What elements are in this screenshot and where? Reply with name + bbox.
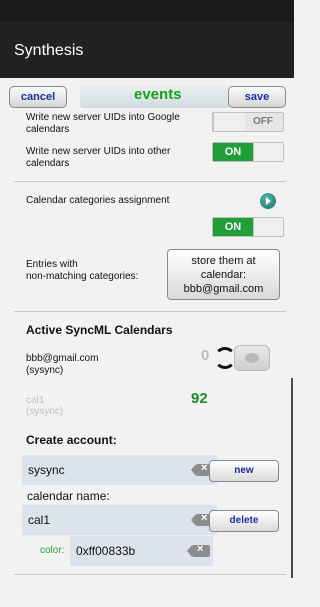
calendar-name-value: cal1	[28, 513, 51, 527]
eye-icon[interactable]	[234, 345, 270, 371]
toggle-on-label: ON	[213, 143, 253, 161]
create-account-title: Create account:	[26, 433, 117, 447]
store-calendar-button[interactable]: store them at calendar: bbb@gmail.com	[167, 249, 280, 300]
color-value: 0xff00833b	[76, 544, 136, 558]
entries-label-line1: Entries with	[26, 259, 78, 270]
calendar-account: (sysync)	[26, 365, 64, 376]
calendar-name-field[interactable]: cal1	[22, 505, 217, 535]
new-button[interactable]: new	[209, 460, 279, 482]
other-uids-toggle[interactable]: ON	[212, 142, 284, 162]
sync-icon[interactable]	[214, 347, 236, 369]
google-uids-toggle[interactable]: OFF	[212, 112, 284, 132]
save-button[interactable]: save	[228, 86, 286, 108]
calendar-name: bbb@gmail.com	[26, 353, 99, 364]
divider	[14, 181, 286, 182]
other-uids-label: Write new server UIDs into other calenda…	[26, 146, 171, 169]
next-arrow-icon[interactable]	[260, 193, 276, 209]
divider	[14, 574, 286, 575]
app-bar: Synthesis	[0, 22, 294, 78]
divider	[14, 311, 286, 312]
sync-controls	[214, 343, 272, 373]
google-uids-label: Write new server UIDs into Google calend…	[26, 112, 180, 132]
clear-text-icon[interactable]	[187, 543, 210, 557]
categories-toggle[interactable]: ON	[212, 217, 284, 237]
calendar-account: (sysync)	[26, 406, 64, 417]
toggle-on-label: ON	[213, 218, 253, 236]
active-calendars-title: Active SyncML Calendars	[26, 323, 173, 337]
toggle-off-label: OFF	[253, 116, 273, 127]
toggle-thumb	[253, 143, 283, 161]
store-line3: bbb@gmail.com	[183, 283, 264, 295]
color-label: color:	[40, 545, 65, 556]
account-name-field[interactable]: sysync	[22, 455, 217, 485]
delete-button[interactable]: delete	[209, 510, 279, 532]
app-title: Synthesis	[14, 42, 84, 59]
store-line1: store them at	[191, 255, 256, 267]
calendar-count: 0	[201, 347, 210, 364]
entries-label-line2: non-matching categories:	[26, 271, 139, 282]
status-bar	[0, 0, 294, 22]
calendar-name-label: calendar name:	[27, 489, 110, 503]
calendar-count: 92	[191, 390, 208, 407]
toggle-thumb	[253, 218, 283, 236]
events-title: events	[134, 86, 182, 103]
cancel-button[interactable]: cancel	[9, 86, 67, 108]
account-name-value: sysync	[28, 463, 65, 477]
toggle-thumb	[213, 113, 245, 131]
store-line2: calendar:	[200, 269, 247, 281]
scrollbar[interactable]	[291, 378, 293, 578]
categories-label: Calendar categories assignment	[26, 195, 170, 206]
